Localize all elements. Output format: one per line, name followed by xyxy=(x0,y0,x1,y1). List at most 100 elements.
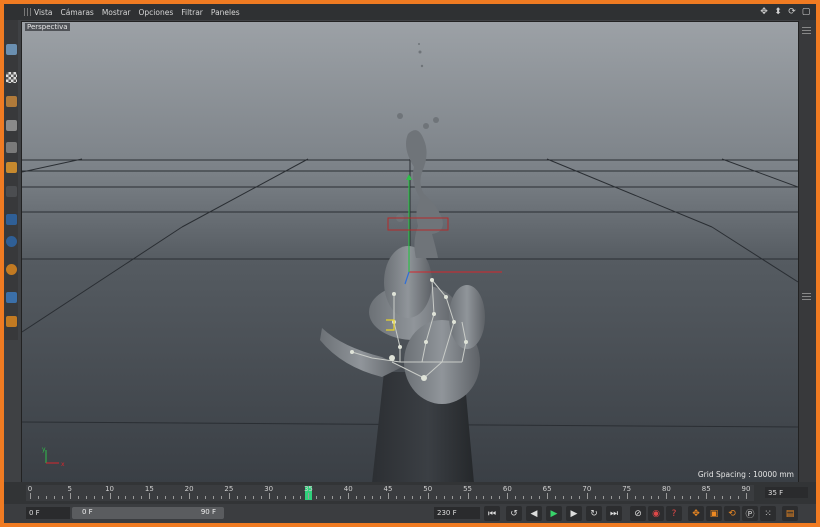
timeline-tick-label: 50 xyxy=(423,485,433,493)
dolly-icon[interactable]: ⬍ xyxy=(772,6,784,18)
timeline-tick xyxy=(507,493,509,499)
timeline-track[interactable]: 0 5 10 15 20 25 30 35 40 45 50 55 60 65 70 75 80 85 90 xyxy=(26,485,754,501)
move-view-icon[interactable]: ✥ xyxy=(758,6,770,18)
timeline-tick xyxy=(380,496,382,499)
timeline-tick xyxy=(149,493,151,499)
dots-icon[interactable]: ⁙ xyxy=(760,506,776,521)
timeline-tick xyxy=(212,496,214,499)
start-frame-field[interactable]: 0 F xyxy=(26,507,70,519)
timeline-tick-label: 70 xyxy=(582,485,592,493)
checker-texture-icon[interactable] xyxy=(6,72,17,83)
timeline-tick xyxy=(531,496,533,499)
goto-end-icon[interactable]: ⏭ xyxy=(606,506,622,521)
prev-key-icon[interactable]: ↺ xyxy=(506,506,522,521)
play-icon[interactable]: ▶ xyxy=(546,506,562,521)
timeline-tick xyxy=(666,493,668,499)
timeline-tick xyxy=(427,493,429,499)
middle-grip-icon[interactable] xyxy=(802,292,811,300)
timeline-tick xyxy=(491,496,493,499)
timeline-tick xyxy=(515,496,517,499)
lock-icon[interactable] xyxy=(6,292,17,303)
timeline-tick xyxy=(714,496,716,499)
polygons-mode-icon[interactable] xyxy=(6,162,17,173)
timeline-tick-label: 0 xyxy=(27,485,33,493)
viewport-camera-label[interactable]: Perspectiva xyxy=(25,23,70,31)
timeline-tick xyxy=(61,496,63,499)
keyframe-icon[interactable]: ? xyxy=(666,506,682,521)
end-frame-field[interactable]: 230 F xyxy=(434,507,480,519)
record-icon[interactable]: ⊘ xyxy=(630,506,646,521)
timeline-tick xyxy=(388,493,389,499)
timeline-tick xyxy=(594,496,596,499)
goto-start-icon[interactable]: ⏮ xyxy=(484,506,500,521)
timeline-tick xyxy=(523,496,525,499)
next-key-icon[interactable]: ↻ xyxy=(586,506,602,521)
menu-mostrar[interactable]: Mostrar xyxy=(102,8,131,17)
edges-mode-icon[interactable] xyxy=(6,142,17,153)
timeline-tick xyxy=(419,496,421,499)
timeline-tick xyxy=(181,496,183,499)
timeline-tick xyxy=(220,496,222,499)
rotate-key-icon[interactable]: ⟲ xyxy=(724,506,740,521)
timeline-tick xyxy=(268,493,270,499)
timeline-tick xyxy=(197,496,199,499)
timeline-tick xyxy=(205,496,207,499)
timeline-tick xyxy=(578,496,580,499)
texture-axis-icon[interactable] xyxy=(6,96,17,107)
current-frame-field[interactable]: 35 F xyxy=(765,487,808,498)
autokey-icon[interactable]: ◉ xyxy=(648,506,664,521)
menu-vista[interactable]: Vista xyxy=(34,8,53,17)
viewport-menu: Vista Cámaras Mostrar Opciones Filtrar P… xyxy=(34,4,248,20)
cube-icon[interactable] xyxy=(6,44,17,55)
scale-key-icon[interactable]: ▣ xyxy=(706,506,722,521)
next-frame-icon[interactable]: ▶ xyxy=(566,506,582,521)
move-key-icon[interactable]: ✥ xyxy=(688,506,704,521)
timeline-tick xyxy=(133,496,135,499)
timeline-tick xyxy=(483,496,485,499)
rotate-view-icon[interactable]: ⟳ xyxy=(786,6,798,18)
timeline-tick xyxy=(602,496,604,499)
menu-grip-icon[interactable] xyxy=(24,8,32,16)
transport-bar: 0 F 0 F 90 F 230 F ⏮ ↺ ◀ ▶ ▶ ↻ ⏭ ⊘ ◉ ? ✥… xyxy=(4,504,816,523)
timeline-tick-label: 55 xyxy=(463,485,473,493)
timeline-tick xyxy=(117,496,119,499)
timeline-tick xyxy=(189,493,191,499)
menu-filtrar[interactable]: Filtrar xyxy=(181,8,203,17)
film-icon[interactable]: ▤ xyxy=(782,506,798,521)
magnet-icon[interactable] xyxy=(6,214,17,225)
param-key-icon[interactable]: Ⓟ xyxy=(742,506,758,521)
gear-mesh-icon[interactable] xyxy=(6,316,17,327)
menu-opciones[interactable]: Opciones xyxy=(139,8,174,17)
perspective-viewport[interactable]: y x Perspectiva Grid Spacing : 10000 mm xyxy=(21,21,799,484)
points-mode-icon[interactable] xyxy=(6,120,17,131)
timeline-tick xyxy=(738,496,740,499)
timeline-tick-label: 80 xyxy=(661,485,671,493)
preview-range-slider[interactable]: 0 F 90 F xyxy=(72,507,224,519)
timeline-tick-label: 60 xyxy=(502,485,512,493)
menu-camaras[interactable]: Cámaras xyxy=(61,8,94,17)
workplane-icon[interactable] xyxy=(6,264,17,275)
snap-icon[interactable] xyxy=(6,236,17,247)
timeline-tick xyxy=(658,496,660,499)
timeline-tick xyxy=(340,496,342,499)
timeline-tick xyxy=(260,496,262,499)
prev-frame-icon[interactable]: ◀ xyxy=(526,506,542,521)
timeline-tick xyxy=(403,496,405,499)
timeline-tick-label: 15 xyxy=(144,485,154,493)
timeline-tick xyxy=(539,496,541,499)
maximize-icon[interactable]: ▢ xyxy=(800,6,812,18)
timeline-tick xyxy=(30,493,31,499)
timeline-tick xyxy=(682,496,684,499)
timeline-tick xyxy=(706,493,708,499)
top-grip-icon[interactable] xyxy=(802,26,811,34)
model-mode-icon[interactable] xyxy=(6,186,17,197)
timeline-tick xyxy=(634,496,636,499)
timeline-tick xyxy=(252,496,254,499)
timeline-tick xyxy=(626,493,628,499)
menu-paneles[interactable]: Paneles xyxy=(211,8,240,17)
timeline-tick xyxy=(244,496,246,499)
timeline-tick xyxy=(555,496,557,499)
timeline-tick xyxy=(746,493,747,499)
timeline-tick-label: 40 xyxy=(343,485,353,493)
timeline-tick xyxy=(467,493,469,499)
